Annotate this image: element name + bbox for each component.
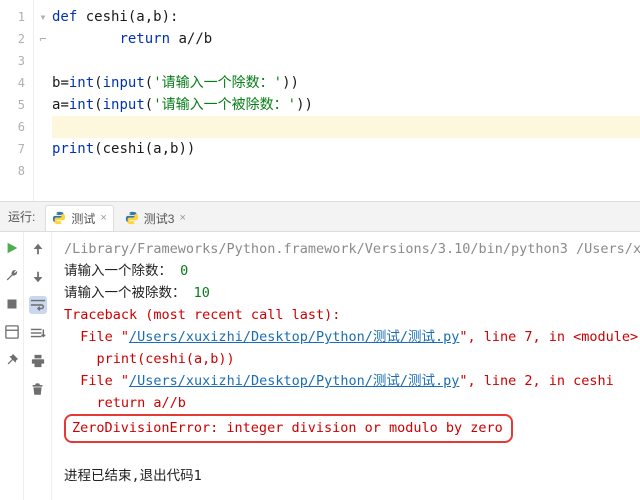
stop-icon[interactable] bbox=[4, 296, 20, 312]
run-tabs: 测试 × 测试3 × bbox=[45, 204, 197, 230]
run-tab[interactable]: 测试3 × bbox=[118, 205, 193, 231]
fold-column: ▾⌐ bbox=[34, 0, 52, 201]
console-output[interactable]: /Library/Frameworks/Python.framework/Ver… bbox=[52, 232, 640, 500]
run-panel-header: 运行: 测试 × 测试3 × bbox=[0, 202, 640, 232]
console-line bbox=[64, 443, 632, 465]
console-line: File "/Users/xuxizhi/Desktop/Python/测试/测… bbox=[64, 370, 632, 392]
file-link[interactable]: /Users/xuxizhi/Desktop/Python/测试/测试.py bbox=[129, 329, 459, 345]
code-area[interactable]: def ceshi(a,b): return a//bb=int(input('… bbox=[52, 0, 640, 201]
print-icon[interactable] bbox=[29, 352, 47, 370]
run-tab[interactable]: 测试 × bbox=[45, 205, 113, 231]
line-number-gutter: 12345678 bbox=[0, 0, 34, 201]
python-icon bbox=[125, 211, 139, 225]
close-icon[interactable]: × bbox=[179, 212, 185, 224]
console-line: Traceback (most recent call last): bbox=[64, 304, 632, 326]
scroll-icon[interactable] bbox=[29, 324, 47, 342]
run-panel: /Library/Frameworks/Python.framework/Ver… bbox=[0, 232, 640, 500]
tab-label: 测试3 bbox=[144, 210, 175, 227]
close-icon[interactable]: × bbox=[100, 212, 106, 224]
console-line: 请输入一个除数： 0 bbox=[64, 260, 632, 282]
tab-label: 测试 bbox=[71, 210, 95, 227]
run-tool-column bbox=[0, 232, 24, 500]
code-editor[interactable]: 12345678 ▾⌐ def ceshi(a,b): return a//bb… bbox=[0, 0, 640, 202]
console-line: 进程已结束,退出代码1 bbox=[64, 465, 632, 487]
arrow-up-icon[interactable] bbox=[29, 240, 47, 258]
pin-icon[interactable] bbox=[4, 352, 20, 368]
run-label: 运行: bbox=[8, 208, 35, 225]
console-line: return a//b bbox=[64, 392, 632, 414]
console-line: File "/Users/xuxizhi/Desktop/Python/测试/测… bbox=[64, 326, 632, 348]
file-link[interactable]: /Users/xuxizhi/Desktop/Python/测试/测试.py bbox=[129, 373, 459, 389]
console-line: /Library/Frameworks/Python.framework/Ver… bbox=[64, 238, 632, 260]
layout-icon[interactable] bbox=[4, 324, 20, 340]
trash-icon[interactable] bbox=[29, 380, 47, 398]
error-highlight: ZeroDivisionError: integer division or m… bbox=[64, 414, 513, 443]
run-icon[interactable] bbox=[4, 240, 20, 256]
wrap-icon[interactable] bbox=[29, 296, 47, 314]
python-icon bbox=[52, 211, 66, 225]
console-nav-column bbox=[24, 232, 52, 500]
wrench-icon[interactable] bbox=[4, 268, 20, 284]
console-line: 请输入一个被除数： 10 bbox=[64, 282, 632, 304]
console-line: print(ceshi(a,b)) bbox=[64, 348, 632, 370]
arrow-down-icon[interactable] bbox=[29, 268, 47, 286]
console-line: ZeroDivisionError: integer division or m… bbox=[64, 414, 632, 443]
